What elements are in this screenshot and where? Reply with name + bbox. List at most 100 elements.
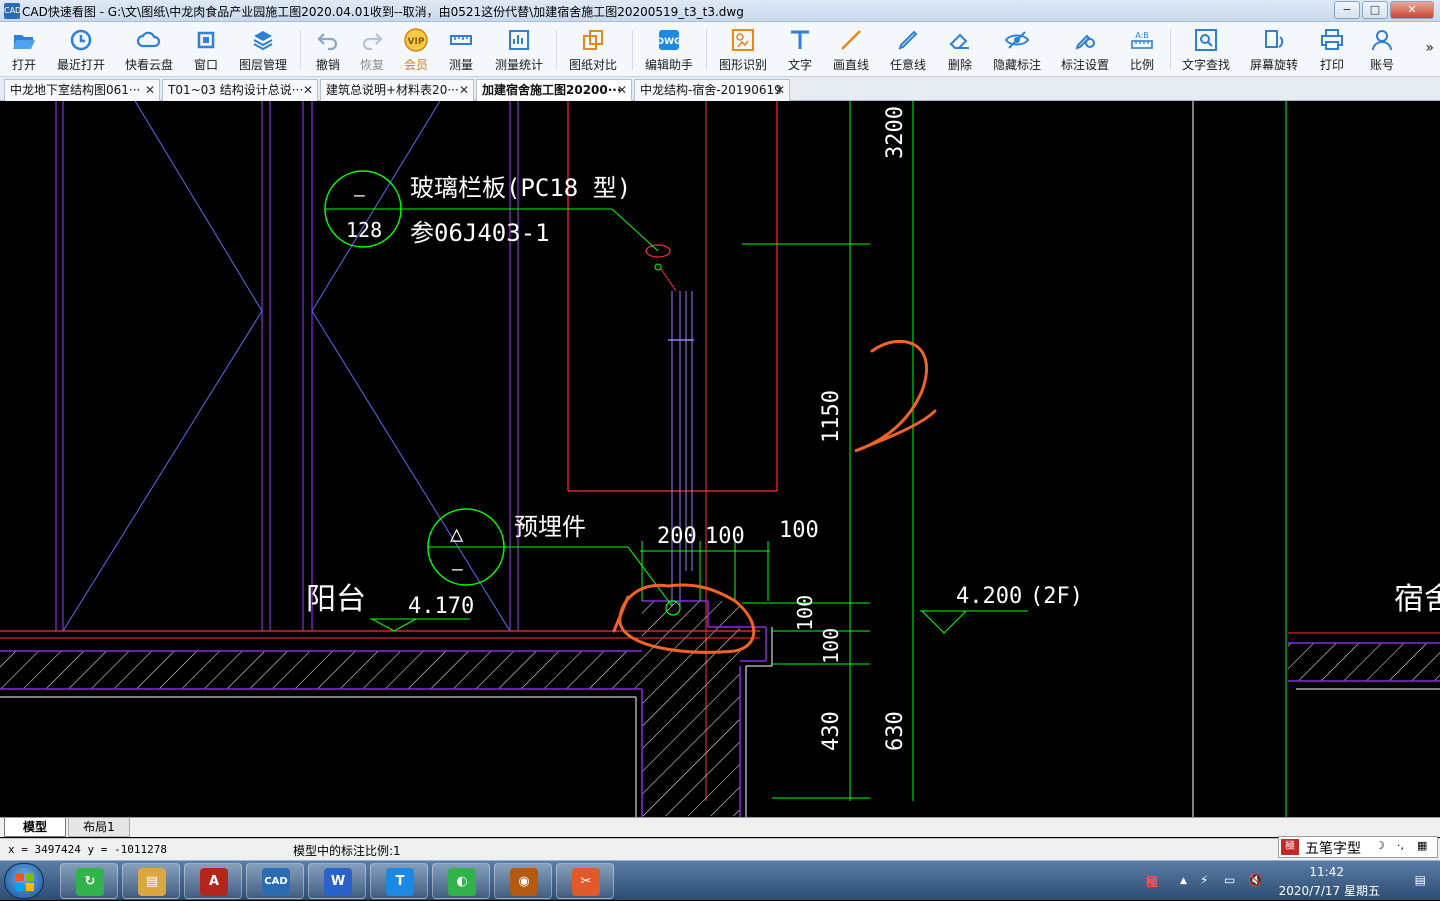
game-icon: ◉ [510,868,538,896]
taskbar-app-file-explorer[interactable]: ▤ [122,863,180,899]
print-button[interactable]: 打印 [1312,25,1352,73]
tab-close-icon[interactable]: ✕ [459,80,469,100]
dimension-100: 100 [779,518,819,543]
toolbar-separator [300,30,301,70]
cursor-coordinates: x = 3497424 y = -1011278 [8,843,167,856]
text-icon [791,30,809,49]
drawing-compare-button[interactable]: 图纸对比 [563,25,623,73]
tab-label: 建筑总说明+材料表20··· [326,83,459,97]
redo-button[interactable]: 恢复 [352,25,392,73]
document-tab[interactable]: 建筑总说明+材料表20··· ✕ [320,79,474,101]
layers-icon [253,31,273,51]
snipping-tool-icon: ✂ [572,868,600,896]
line-icon [841,30,861,50]
half-width-moon-icon[interactable]: ☽ [1375,839,1385,852]
edit-assistant-icon: DWG [657,30,681,50]
maximize-button[interactable]: □ [1362,1,1388,19]
document-tab[interactable]: 中龙地下室结构图061··· ✕ [4,79,160,101]
ruler-icon [450,35,472,45]
taskbar-app-wps[interactable]: W [308,863,366,899]
vip-button[interactable]: VIP 会员 [396,25,436,73]
cloud-icon [136,31,161,48]
notification-icon[interactable]: ▤ [1415,873,1426,887]
toolbar-label: 打开 [11,58,36,72]
network-icon[interactable]: ▭ [1224,873,1235,887]
toolbar-label: 打印 [1319,58,1344,72]
toolbar-label: 撤销 [315,58,340,72]
tab-model[interactable]: 模型 [4,818,66,837]
measure-stats-button[interactable]: 测量统计 [490,25,548,73]
cloud-drive-button[interactable]: 快看云盘 [120,25,178,73]
layout-tab-bar: 模型 布局1 [0,817,1440,837]
taskbar-app-snipping[interactable]: ✂ [556,863,614,899]
start-button[interactable] [4,863,44,899]
volume-muted-icon[interactable]: 🔇 [1248,873,1263,887]
text-button[interactable]: 文字 [780,25,820,73]
shape-recognition-button[interactable]: 图形识别 [714,25,772,73]
taskbar-app-autocad[interactable]: A [184,863,242,899]
drawing-canvas[interactable]: — 128 玻璃栏板(PC18 型) 参06J403-1 △ — 预埋件 阳台 … [0,101,1440,817]
toolbar-more-button[interactable]: » [1425,40,1434,56]
window-controls: − □ ✕ [1334,1,1434,19]
soft-keyboard-icon[interactable]: ▦ [1417,839,1427,852]
taskbar-app-text-editor[interactable]: T [370,863,428,899]
taskbar-app-wechat[interactable]: ◐ [432,863,490,899]
measure-stats-icon [509,30,529,50]
document-tab[interactable]: T01~03 结构设计总说··· ✕ [162,79,318,101]
account-button[interactable]: 账号 [1362,25,1402,73]
text-search-button[interactable]: 文字查找 [1177,25,1235,73]
eye-off-icon [1004,31,1030,49]
eraser-icon [949,33,969,49]
freehand-line-button[interactable]: 任意线 [884,25,932,73]
taskbar-app-game[interactable]: ◉ [494,863,552,899]
window-button[interactable]: 窗口 [186,25,226,73]
tab-close-icon[interactable]: ✕ [775,80,785,100]
glass-railing-label: 玻璃栏板(PC18 型) [410,174,631,202]
undo-button[interactable]: 撤销 [308,25,348,73]
edit-assistant-button[interactable]: DWG 编辑助手 [640,25,698,73]
recent-open-button[interactable]: 最近打开 [52,25,110,73]
wifi-helper-icon: ↻ [76,868,104,896]
scale-button[interactable]: A:B 比例 [1122,25,1162,73]
cad-drawing: — 128 玻璃栏板(PC18 型) 参06J403-1 △ — 预埋件 阳台 … [0,101,1440,817]
taskbar-app-wifi-helper[interactable]: ↻ [60,863,118,899]
taskbar-app-cad-viewer[interactable]: CAD [246,863,304,899]
toolbar-separator [556,30,557,70]
annotation-settings-button[interactable]: 标注设置 [1056,25,1114,73]
tray-expand-icon[interactable]: ▲ [1180,876,1187,886]
punctuation-icon[interactable]: ·, [1397,839,1404,852]
toolbar-separator [632,30,633,70]
tray-app-icon[interactable]: ⚡ [1200,873,1208,887]
toolbar-label: 账号 [1369,58,1394,72]
ime-toolbar[interactable]: 極 五笔字型 ☽ ·, ▦ [1278,836,1438,858]
toolbar-label: 编辑助手 [644,58,693,72]
document-tab[interactable]: 中龙结构-宿舍-20190619 ✕ [634,79,790,101]
cad-viewer-window: CAD CAD快速看图 - G:\文\图纸\中龙肉食品产业园施工图2020.04… [0,0,1440,900]
windows-taskbar: ↻ ▤ A CAD W T ◐ ◉ ✂ 極 ▲ ⚡ ▭ 🔇 11:42 2020… [0,860,1440,900]
screen-rotate-button[interactable]: 屏幕旋转 [1245,25,1303,73]
hide-annotations-button[interactable]: 隐藏标注 [988,25,1046,73]
tab-close-icon[interactable]: ✕ [617,80,627,100]
folder-icon: ▤ [138,868,166,896]
document-tab-active[interactable]: 加建宿舍施工图20200··· ✕ [476,79,632,101]
toolbar-separator [706,30,707,70]
toolbar-label: 图层管理 [238,58,287,72]
text-search-icon [1195,29,1217,51]
layer-manager-button[interactable]: 图层管理 [234,25,292,73]
tab-close-icon[interactable]: ✕ [303,80,313,100]
tab-layout1[interactable]: 布局1 [68,818,130,837]
tab-close-icon[interactable]: ✕ [145,80,155,100]
clock-date[interactable]: 2020/7/17 星期五 [1279,882,1380,899]
close-button[interactable]: ✕ [1390,1,1434,19]
minimize-button[interactable]: − [1334,1,1360,19]
floor-label: (2F) [1030,584,1083,609]
measure-button[interactable]: 测量 [441,25,481,73]
clock-time[interactable]: 11:42 [1309,865,1344,879]
rotate-screen-icon [1265,30,1284,48]
draw-line-button[interactable]: 画直线 [828,25,874,73]
toolbar-label: 测量统计 [494,58,543,72]
delete-button[interactable]: 删除 [940,25,980,73]
undo-icon [317,33,338,51]
open-button[interactable]: 打开 [4,25,44,73]
tray-ime-icon[interactable]: 極 [1146,873,1158,890]
